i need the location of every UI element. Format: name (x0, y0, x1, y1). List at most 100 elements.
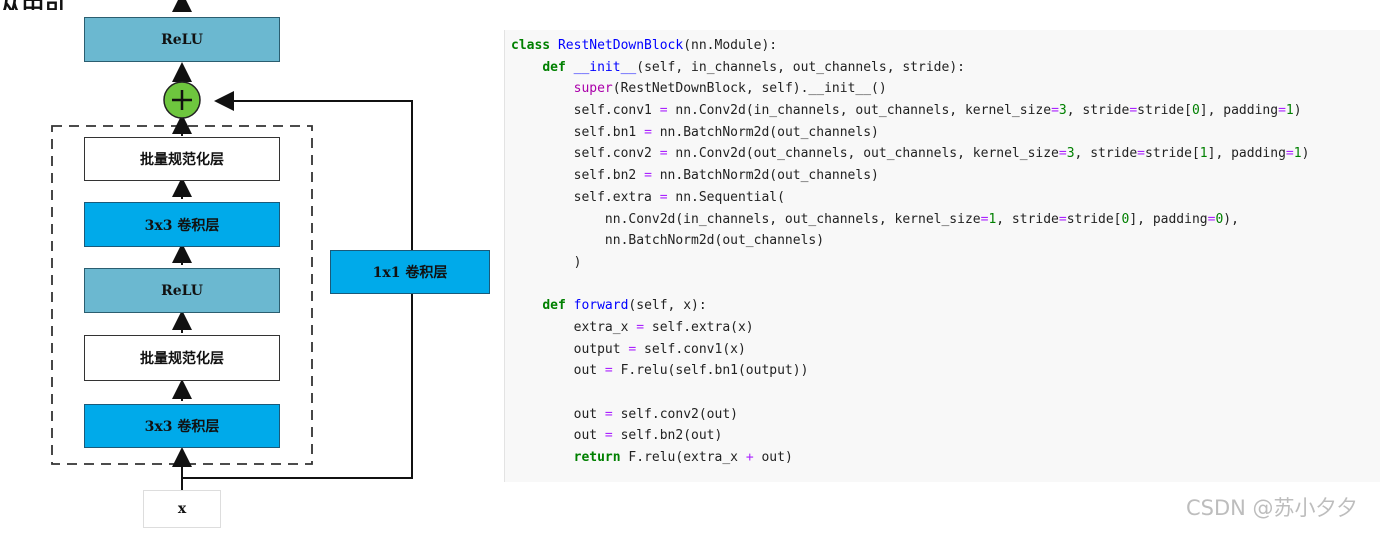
block-relu-mid: ReLU (84, 268, 280, 313)
code-token: nn.Conv2d(in_channels, out_channels, ker… (511, 211, 981, 227)
code-token: self.extra (511, 189, 660, 205)
code-token: ], padding (1129, 211, 1208, 227)
block-batchnorm-2: 批量规范化层 (84, 335, 280, 381)
code-token: = (1278, 103, 1286, 119)
code-token: = (604, 428, 613, 444)
code-token: = (1058, 211, 1067, 227)
code-token: ), (1223, 211, 1239, 227)
code-line: out = self.bn2(out) (511, 425, 1380, 447)
code-token: F.relu(extra_x (628, 450, 746, 466)
code-token: self.conv2 (511, 146, 660, 162)
code-token: = (1129, 103, 1138, 119)
code-token: self.extra(x) (644, 319, 754, 335)
code-token: 3 (1058, 103, 1067, 119)
code-line: def forward(self, x): (511, 295, 1380, 317)
code-token: + (745, 450, 754, 466)
code-token: , stride (1066, 103, 1130, 119)
block-batchnorm-1: 批量规范化层 (84, 137, 280, 181)
code-token: output (511, 341, 629, 357)
code-token: def (542, 59, 574, 75)
code-token: = (659, 146, 668, 162)
code-token: out) (753, 450, 793, 466)
code-line: def __init__(self, in_channels, out_chan… (511, 57, 1380, 79)
code-token: = (604, 406, 613, 422)
code-token: (self, x): (628, 298, 707, 314)
code-token: = (1058, 146, 1067, 162)
code-line: self.conv2 = nn.Conv2d(out_channels, out… (511, 143, 1380, 165)
code-token: 0 (1191, 103, 1200, 119)
code-token: ], padding (1199, 103, 1279, 119)
block-label: ReLU (161, 31, 203, 48)
block-label: x (177, 501, 187, 517)
block-label: ReLU (161, 282, 203, 299)
block-conv1x1-shortcut: 1x1 卷积层 (330, 250, 490, 294)
code-token: return (573, 450, 629, 466)
code-token: = (1137, 146, 1145, 162)
block-label: 3x3 卷积层 (144, 419, 220, 435)
code-token: (RestNetDownBlock, self).__init__() (612, 81, 887, 97)
code-token: self.bn2(out) (612, 428, 723, 444)
code-token: RestNetDownBlock (557, 38, 684, 53)
code-token: 1 (1285, 103, 1294, 119)
code-token: forward (573, 298, 629, 314)
code-token: , stride (996, 211, 1059, 227)
watermark-text: CSDN @苏小夕夕 (1186, 496, 1358, 520)
code-token: = (659, 103, 668, 119)
code-token: (nn.Module): (683, 38, 778, 53)
code-token: out (511, 406, 605, 422)
code-line: nn.Conv2d(in_channels, out_channels, ker… (511, 209, 1380, 231)
code-token: stride[ (1066, 211, 1122, 227)
code-token: self.bn1 (511, 124, 645, 140)
code-token: = (1051, 103, 1059, 119)
code-token: = (644, 168, 652, 184)
code-line: class RestNetDownBlock(nn.Module): (511, 35, 1380, 57)
code-token: = (659, 189, 668, 205)
code-line: return F.relu(extra_x + out) (511, 447, 1380, 469)
code-token: self.conv1 (511, 103, 660, 119)
code-line: self.extra = nn.Sequential( (511, 187, 1380, 209)
code-line: self.bn1 = nn.BatchNorm2d(out_channels) (511, 122, 1380, 144)
block-conv3x3-1: 3x3 卷积层 (84, 202, 280, 247)
code-token: , stride (1074, 146, 1138, 162)
code-token: 1 (1293, 146, 1302, 162)
code-token: __init__ (573, 59, 637, 75)
code-token: ], padding (1207, 146, 1286, 162)
code-token: super (573, 81, 613, 97)
code-token: nn.BatchNorm2d(out_channels) (651, 168, 879, 184)
code-token: class (511, 38, 558, 53)
code-line: output = self.conv1(x) (511, 339, 1380, 361)
code-token: out (511, 428, 605, 444)
code-line: out = self.conv2(out) (511, 404, 1380, 426)
code-token: nn.Conv2d(out_channels, out_channels, ke… (667, 146, 1059, 162)
code-token: out (511, 363, 605, 379)
code-token: self.conv1(x) (636, 341, 746, 357)
code-token: ) (511, 254, 582, 270)
block-label: 批量规范化层 (140, 152, 224, 168)
code-token: (self, in_channels, out_channels, stride… (636, 59, 965, 75)
code-token: ) (1301, 146, 1310, 162)
code-token: 3 (1066, 146, 1075, 162)
block-label: 1x1 卷积层 (372, 265, 448, 281)
code-token: nn.BatchNorm2d(out_channels) (651, 124, 879, 140)
code-token: nn.BatchNorm2d(out_channels) (511, 233, 825, 249)
code-block: class RestNetDownBlock(nn.Module): def _… (504, 30, 1380, 482)
code-token: ) (1293, 103, 1302, 119)
code-token: stride[ (1137, 103, 1192, 119)
code-token: = (1285, 146, 1294, 162)
code-token: self.bn2 (511, 168, 645, 184)
block-relu-top: ReLU (84, 17, 280, 62)
code-line: extra_x = self.extra(x) (511, 317, 1380, 339)
code-line: nn.BatchNorm2d(out_channels) (511, 230, 1380, 252)
code-line: out = F.relu(self.bn1(output)) (511, 360, 1380, 382)
code-token: stride[ (1145, 146, 1200, 162)
code-line: ) (511, 252, 1380, 274)
code-token: F.relu(self.bn1(output)) (612, 363, 809, 379)
block-label: 3x3 卷积层 (144, 217, 220, 234)
block-input-x: x (143, 490, 221, 528)
